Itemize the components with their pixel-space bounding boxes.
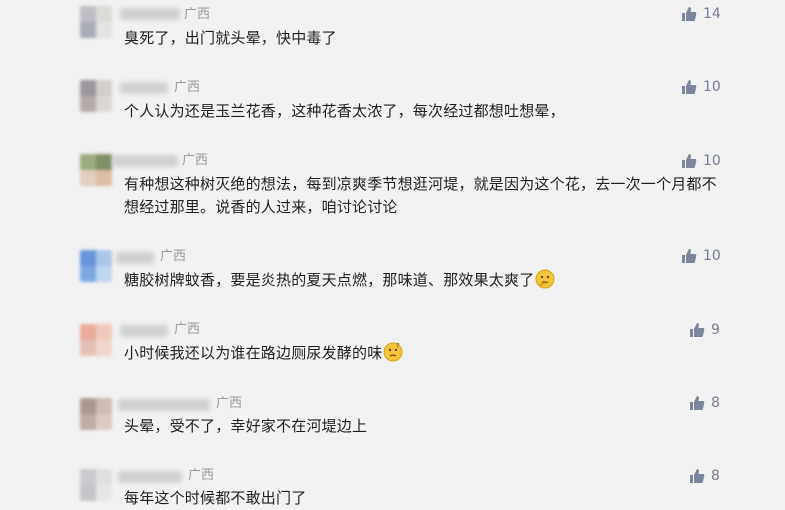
username-blurred[interactable] [118,399,210,411]
region-label: 广西 [182,153,209,168]
comment-text: 头晕，受不了，幸好家不在河堤边上 [124,417,368,435]
avatar-pixel [96,170,112,186]
thinking-emoji-icon [535,269,555,289]
comment-item: 广西 有种想这种树灭绝的想法，每到凉爽季节想逛河堤，就是因为这个花，去一次一个月… [0,146,785,240]
thumbs-up-icon [682,80,697,94]
avatar-pixel [80,266,96,282]
comment-item: 广西 糖胶树牌蚊香，要是炎热的夏天点燃，那味道、那效果太爽了 10 [0,242,785,318]
avatar-pixel [80,154,96,170]
comment-text-body: 小时候我还以为谁在路边厕尿发酵的味 [124,344,383,362]
like-count: 10 [703,153,721,169]
avatar[interactable] [80,469,112,501]
avatar-pixel [80,250,96,266]
avatar[interactable] [80,324,112,356]
avatar-pixel [80,22,96,38]
avatar-pixel [80,485,96,501]
avatar-pixel [96,80,112,96]
like-button[interactable]: 10 [681,79,721,95]
comment-item: 广西 个人认为还是玉兰花香，这种花香太浓了，每次经过都想吐想晕， 10 [0,72,785,144]
thumbs-up-icon [682,7,697,21]
svg-text:?: ? [396,342,400,350]
avatar-pixel [80,324,96,340]
avatar[interactable] [80,398,112,430]
region-label: 广西 [174,322,201,337]
comment-text: 小时候我还以为谁在路边厕尿发酵的味? [124,342,724,365]
comment-text-body: 糖胶树牌蚊香，要是炎热的夏天点燃，那味道、那效果太爽了 [124,271,535,289]
comment-item: 广西 小时候我还以为谁在路边厕尿发酵的味? 9 [0,316,785,390]
username-blurred[interactable] [120,82,168,94]
thumbs-up-icon [690,469,705,483]
avatar-pixel [80,414,96,430]
like-count: 8 [711,395,720,411]
avatar-pixel [80,469,96,485]
avatar-pixel [96,22,112,38]
comment-text: 糖胶树牌蚊香，要是炎热的夏天点燃，那味道、那效果太爽了 [124,269,724,292]
region-label: 广西 [216,396,243,411]
avatar-pixel [80,398,96,414]
thumbs-up-icon [682,249,697,263]
username-blurred[interactable] [112,155,178,167]
region-label: 广西 [184,7,211,22]
region-label: 广西 [188,468,215,483]
region-label: 广西 [174,80,201,95]
avatar-pixel [80,96,96,112]
avatar-pixel [96,485,112,501]
like-button[interactable]: 10 [681,248,721,264]
like-button[interactable]: 10 [681,153,721,169]
thumbs-up-icon [682,154,697,168]
comment-item: 广西 每年这个时候都不敢出门了 8 [0,463,785,508]
like-button[interactable]: 8 [689,468,720,484]
avatar-pixel [80,80,96,96]
username-blurred[interactable] [120,8,180,20]
like-button[interactable]: 14 [681,6,721,22]
comment-text: 每年这个时候都不敢出门了 [124,489,307,507]
avatar[interactable] [80,6,112,38]
avatar-pixel [96,250,112,266]
thumbs-up-icon [690,396,705,410]
avatar-pixel [96,266,112,282]
avatar-pixel [96,340,112,356]
avatar-pixel [80,340,96,356]
confused-emoji-icon: ? [383,342,403,362]
like-button[interactable]: 8 [689,395,720,411]
avatar[interactable] [80,250,112,282]
avatar-pixel [96,398,112,414]
avatar-pixel [96,324,112,340]
avatar[interactable] [80,80,112,112]
avatar-pixel [96,96,112,112]
like-count: 10 [703,79,721,95]
avatar-pixel [96,469,112,485]
thumbs-up-icon [690,323,705,337]
avatar-pixel [96,154,112,170]
avatar-pixel [80,6,96,22]
like-count: 10 [703,248,721,264]
like-count: 14 [703,6,721,22]
comment-item: 广西 头晕，受不了，幸好家不在河堤边上 8 [0,390,785,462]
like-button[interactable]: 9 [689,322,720,338]
like-count: 8 [711,468,720,484]
comment-text: 臭死了，出门就头晕，快中毒了 [124,29,337,47]
comment-item: 广西 臭死了，出门就头晕，快中毒了 14 [0,0,785,70]
username-blurred[interactable] [118,471,182,483]
comment-text: 有种想这种树灭绝的想法，每到凉爽季节想逛河堤，就是因为这个花，去一次一个月都不想… [124,175,717,216]
comment-text: 个人认为还是玉兰花香，这种花香太浓了，每次经过都想吐想晕， [124,102,565,120]
avatar-pixel [80,170,96,186]
username-blurred[interactable] [120,325,168,337]
avatar[interactable] [80,154,112,186]
region-label: 广西 [160,249,187,264]
avatar-pixel [96,6,112,22]
like-count: 9 [711,322,720,338]
username-blurred[interactable] [116,252,154,264]
avatar-pixel [96,414,112,430]
